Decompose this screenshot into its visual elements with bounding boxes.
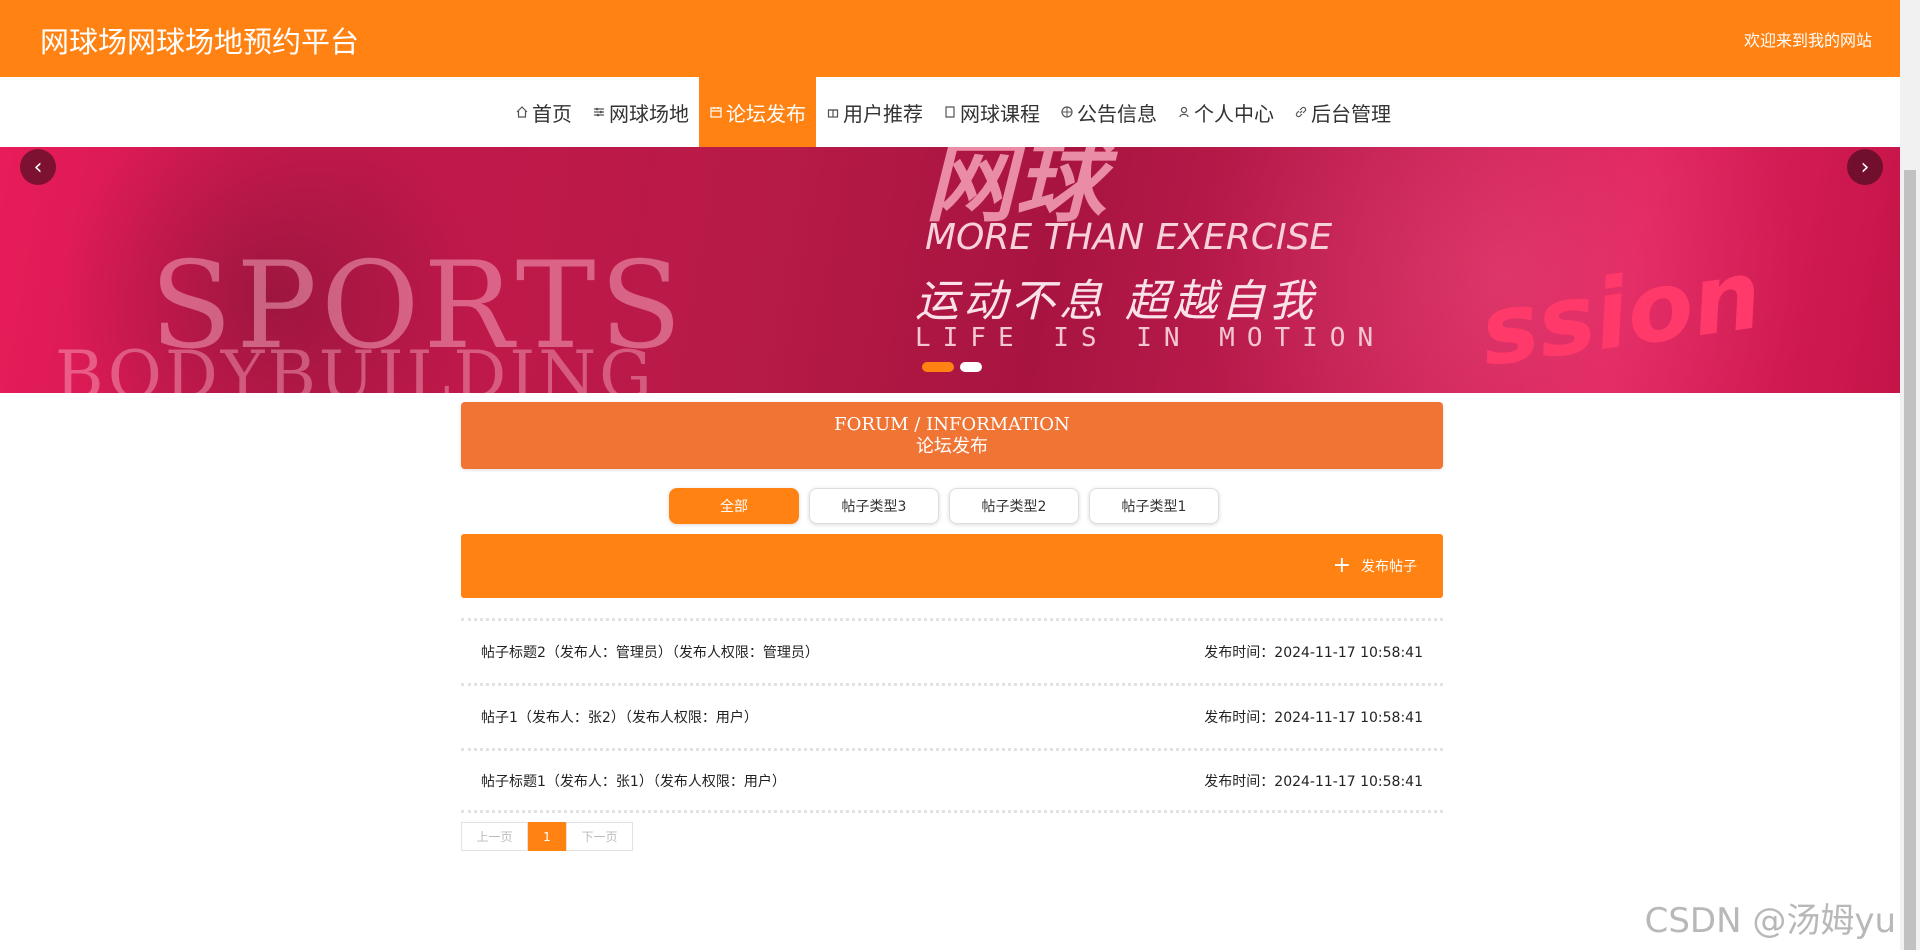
list-item[interactable]: 帖子1（发布人：张2）（发布人权限：用户） 发布时间：2024-11-17 10… xyxy=(461,683,1443,748)
nav-item-label: 个人中心 xyxy=(1194,101,1274,126)
nav-item-label: 论坛发布 xyxy=(726,101,806,126)
scrollbar-thumb[interactable] xyxy=(1904,170,1916,950)
nav-item-label: 用户推荐 xyxy=(843,101,923,126)
chevron-left-icon: ‹ xyxy=(33,154,43,180)
filter-type3-button[interactable]: 帖子类型3 xyxy=(809,488,939,524)
forum-content: FORUM / INFORMATION 论坛发布 全部 帖子类型3 帖子类型2 … xyxy=(461,402,1443,851)
carousel-dot[interactable] xyxy=(960,362,982,372)
next-page-button[interactable]: 下一页 xyxy=(566,822,633,851)
nav-item-notice[interactable]: 公告信息 xyxy=(1050,77,1167,147)
home-icon xyxy=(515,105,529,119)
section-header: FORUM / INFORMATION 论坛发布 xyxy=(461,402,1443,469)
carousel-indicators xyxy=(922,362,982,372)
filter-type1-button[interactable]: 帖子类型1 xyxy=(1089,488,1219,524)
link-icon xyxy=(1294,105,1308,119)
prev-page-button[interactable]: 上一页 xyxy=(461,822,528,851)
globe-icon xyxy=(1060,105,1074,119)
plus-icon: + xyxy=(1332,553,1351,578)
post-list: 帖子标题2（发布人：管理员）（发布人权限：管理员） 发布时间：2024-11-1… xyxy=(461,618,1443,813)
nav-item-label: 后台管理 xyxy=(1311,101,1391,126)
nav-item-label: 公告信息 xyxy=(1077,101,1157,126)
list-item[interactable]: 帖子标题1（发布人：张1）（发布人权限：用户） 发布时间：2024-11-17 … xyxy=(461,748,1443,813)
watermark: CSDN @汤姆yu xyxy=(1644,901,1896,941)
pagination: 上一页 1 下一页 xyxy=(461,822,633,851)
post-toolbar: + 发布帖子 xyxy=(461,534,1443,598)
list-item[interactable]: 帖子标题2（发布人：管理员）（发布人权限：管理员） 发布时间：2024-11-1… xyxy=(461,618,1443,683)
filter-all-button[interactable]: 全部 xyxy=(669,488,799,524)
nav-item-courses[interactable]: 网球课程 xyxy=(933,77,1050,147)
banner-carousel[interactable]: SPORTS BODYBUILDING 网球 MORE THAN EXERCIS… xyxy=(0,147,1900,393)
calendar-icon xyxy=(709,105,723,119)
filter-type2-button[interactable]: 帖子类型2 xyxy=(949,488,1079,524)
category-filters: 全部 帖子类型3 帖子类型2 帖子类型1 xyxy=(669,488,1219,524)
nav-item-admin[interactable]: 后台管理 xyxy=(1284,77,1401,147)
nav-item-label: 网球场地 xyxy=(609,101,689,126)
post-title[interactable]: 帖子标题2（发布人：管理员）（发布人权限：管理员） xyxy=(481,642,819,662)
nav-item-forum[interactable]: 论坛发布 xyxy=(699,77,816,147)
post-title[interactable]: 帖子1（发布人：张2）（发布人权限：用户） xyxy=(481,707,758,727)
nav-item-label: 首页 xyxy=(532,101,572,126)
vertical-scrollbar[interactable] xyxy=(1900,0,1920,950)
nav-item-courts[interactable]: 网球场地 xyxy=(582,77,699,147)
file-icon xyxy=(943,105,957,119)
user-icon xyxy=(1177,105,1191,119)
section-title-cn: 论坛发布 xyxy=(916,436,988,457)
carousel-next-button[interactable]: › xyxy=(1847,149,1883,185)
carousel-dot[interactable] xyxy=(922,362,954,372)
banner-text-life: LIFE IS IN MOTION xyxy=(915,323,1386,353)
post-title[interactable]: 帖子标题1（发布人：张1）（发布人权限：用户） xyxy=(481,771,786,791)
sliders-icon xyxy=(592,105,606,119)
site-title[interactable]: 网球场网球场地预约平台 xyxy=(40,19,359,61)
gift-icon xyxy=(826,105,840,119)
post-time: 发布时间：2024-11-17 10:58:41 xyxy=(1204,645,1423,661)
section-title-en: FORUM / INFORMATION xyxy=(834,414,1070,435)
carousel-prev-button[interactable]: ‹ xyxy=(20,149,56,185)
welcome-text: 欢迎来到我的网站 xyxy=(1743,31,1872,50)
nav-item-label: 网球课程 xyxy=(960,101,1040,126)
banner-slogan: 运动不息 超越自我 xyxy=(915,276,1317,327)
banner-text-more: MORE THAN EXERCISE xyxy=(925,217,1333,258)
page-number-button[interactable]: 1 xyxy=(528,822,566,851)
post-time: 发布时间：2024-11-17 10:58:41 xyxy=(1204,710,1423,726)
nav-item-recommend[interactable]: 用户推荐 xyxy=(816,77,933,147)
publish-post-label: 发布帖子 xyxy=(1361,559,1417,575)
nav-item-home[interactable]: 首页 xyxy=(505,77,582,147)
banner-text-bodybuilding: BODYBUILDING xyxy=(55,337,655,393)
nav-item-profile[interactable]: 个人中心 xyxy=(1167,77,1284,147)
post-time: 发布时间：2024-11-17 10:58:41 xyxy=(1204,773,1423,790)
main-nav: 首页 网球场地 论坛发布 用户推荐 网球课程 公告信息 个人中心 后台管理 xyxy=(0,77,1900,147)
top-header: 网球场网球场地预约平台 欢迎来到我的网站 xyxy=(0,0,1900,77)
publish-post-button[interactable]: + 发布帖子 xyxy=(1332,553,1417,578)
chevron-right-icon: › xyxy=(1860,154,1870,180)
